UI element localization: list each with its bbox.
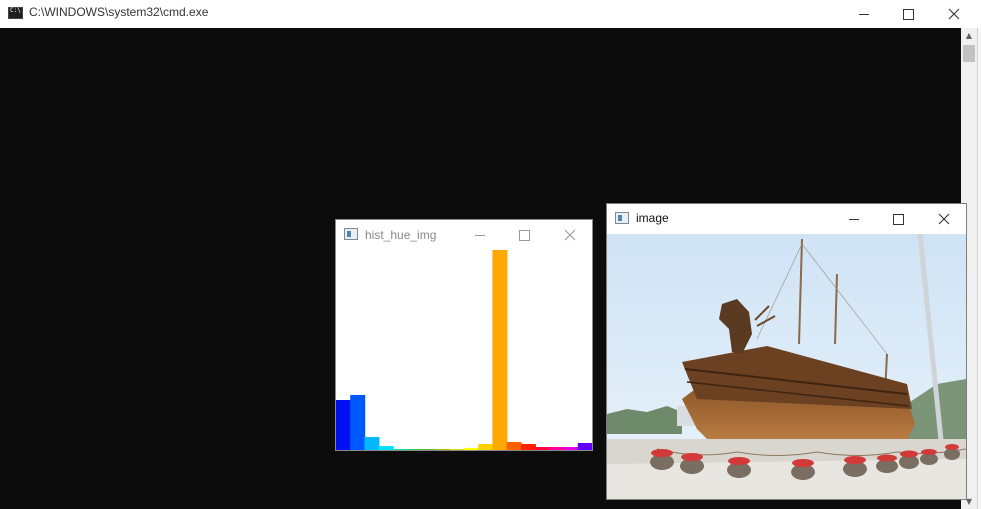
hist-window-title: hist_hue_img <box>365 228 437 242</box>
hue-bar-1 <box>350 395 366 450</box>
cmd-maximize-button[interactable] <box>886 0 931 28</box>
hist-maximize-button[interactable] <box>502 220 547 250</box>
hist-hue-window[interactable]: hist_hue_img <box>335 219 593 451</box>
hue-bar-15 <box>549 447 565 450</box>
cmd-close-button[interactable] <box>931 0 976 28</box>
hue-bar-6 <box>421 449 437 450</box>
image-close-button[interactable] <box>921 204 966 234</box>
hist-minimize-button[interactable] <box>457 220 502 250</box>
hue-histogram-chart <box>336 250 592 450</box>
turtle-ship-photo <box>607 234 966 499</box>
hue-bar-3 <box>378 446 394 450</box>
hue-bar-5 <box>407 449 423 450</box>
image-maximize-button[interactable] <box>876 204 921 234</box>
hue-bar-12 <box>506 442 522 450</box>
hist-close-button[interactable] <box>547 220 592 250</box>
hue-bar-9 <box>464 448 479 450</box>
hue-bar-11 <box>492 250 508 450</box>
cmd-titlebar[interactable]: C:\WINDOWS\system32\cmd.exe <box>0 0 981 28</box>
hue-bar-10 <box>478 444 494 450</box>
hue-bar-8 <box>449 449 465 450</box>
image-window-title: image <box>636 211 669 225</box>
image-titlebar[interactable]: image <box>607 204 966 234</box>
close-icon <box>938 213 949 225</box>
scroll-thumb[interactable] <box>963 45 975 62</box>
opencv-window-icon <box>344 228 358 240</box>
hist-titlebar[interactable]: hist_hue_img <box>336 220 592 250</box>
hue-bar-16 <box>563 447 579 450</box>
close-icon <box>948 8 959 20</box>
image-minimize-button[interactable] <box>831 204 876 234</box>
hue-bar-4 <box>392 449 408 450</box>
console-icon <box>8 7 23 19</box>
scroll-up-arrow-icon[interactable]: ▲ <box>961 28 977 43</box>
background-window-edge <box>977 28 981 509</box>
close-icon <box>564 229 575 241</box>
cmd-minimize-button[interactable] <box>841 0 886 28</box>
hue-bar-17 <box>577 443 592 450</box>
hue-bar-7 <box>435 449 451 450</box>
cmd-title: C:\WINDOWS\system32\cmd.exe <box>29 5 209 19</box>
hue-bar-2 <box>364 437 380 450</box>
hue-bar-14 <box>535 447 551 450</box>
opencv-window-icon <box>615 212 629 224</box>
image-window[interactable]: image <box>606 203 967 500</box>
hue-bar-0 <box>336 400 351 450</box>
hue-bar-13 <box>520 444 536 450</box>
